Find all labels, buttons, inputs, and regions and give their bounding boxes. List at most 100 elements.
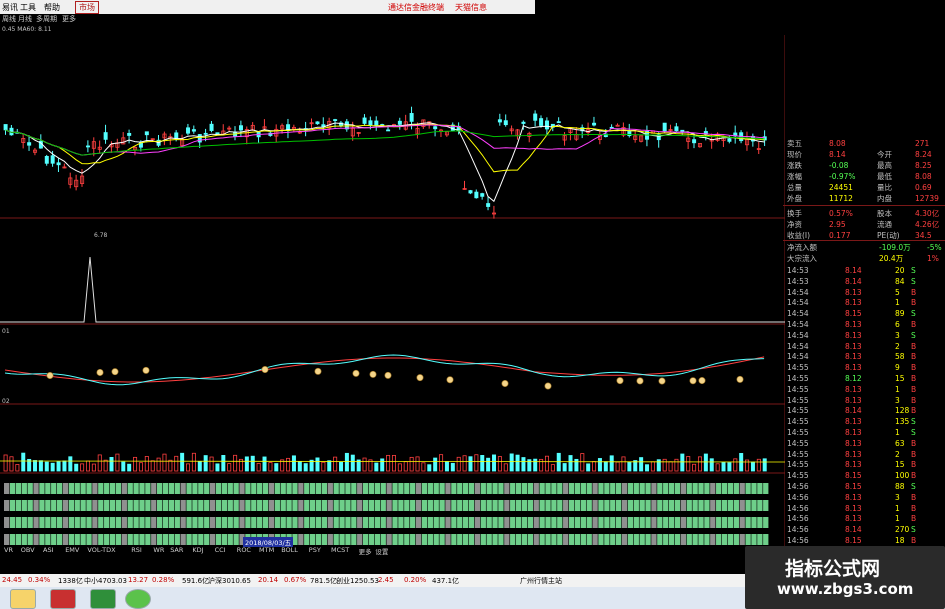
- lower-bar: [339, 517, 345, 528]
- lower-bar: [80, 517, 86, 528]
- period-multi[interactable]: 多周期: [36, 14, 57, 24]
- lower-bar: [298, 534, 304, 545]
- lower-bar: [39, 534, 45, 545]
- candle: [197, 134, 202, 143]
- tick-row: 14:54 8.15 89 S: [783, 308, 945, 319]
- lower-bar: [604, 517, 610, 528]
- tab-更多[interactable]: 更多: [359, 546, 372, 556]
- tab-wr[interactable]: WR: [153, 546, 164, 554]
- lower-bar: [92, 517, 98, 528]
- lower-bar: [633, 483, 639, 494]
- lower-bar: [504, 483, 510, 494]
- status-item: 广州行情主站: [520, 577, 562, 585]
- tick-side: B: [911, 514, 917, 524]
- volume-bar: [415, 456, 420, 472]
- volume-bar: [333, 456, 338, 472]
- lower-bar: [474, 517, 481, 528]
- flow-value: -109.0万: [879, 243, 911, 252]
- menu-item-tools[interactable]: 工具: [20, 2, 36, 13]
- lower-bar: [586, 534, 592, 545]
- volume-bar: [268, 462, 273, 472]
- lower-bar: [286, 500, 292, 511]
- chart-area[interactable]: 6.78 01 02 8.258.007.757.507.257.001.000…: [0, 35, 785, 546]
- tab-sar[interactable]: SAR: [170, 546, 183, 554]
- tdx-app-icon[interactable]: [50, 589, 76, 609]
- tab-psy[interactable]: PSY: [309, 546, 321, 554]
- lower-bar: [604, 483, 610, 494]
- lower-bar: [610, 483, 616, 494]
- tab-mcst[interactable]: MCST: [331, 546, 349, 554]
- lower-bar: [592, 534, 598, 545]
- quote-label: 换手: [787, 209, 802, 218]
- tab-obv[interactable]: OBV: [21, 546, 35, 554]
- status-item: 24.45: [2, 576, 23, 584]
- lower-bar: [521, 500, 528, 511]
- lower-bar: [580, 483, 586, 494]
- volume-bar: [586, 463, 591, 472]
- lower-bar: [27, 500, 33, 511]
- candle: [468, 190, 473, 194]
- lower-bar: [592, 500, 598, 511]
- candle: [409, 113, 414, 122]
- tick-time: 14:54: [787, 298, 809, 308]
- lower-bar: [510, 500, 516, 511]
- tick-row: 14:53 8.14 84 S: [783, 276, 945, 287]
- status-item: 0.67%: [284, 576, 307, 584]
- lower-bar: [315, 500, 322, 511]
- folder-icon[interactable]: [10, 589, 36, 609]
- lower-bar: [621, 517, 628, 528]
- lower-bar: [174, 500, 180, 511]
- kdj-panel: 02: [2, 354, 765, 405]
- wechat-icon[interactable]: [125, 589, 151, 609]
- tab-mtm[interactable]: MTM: [259, 546, 274, 554]
- quote-label: 总量: [787, 183, 802, 192]
- lower-bar: [345, 534, 351, 545]
- flow-label: 大宗流入: [787, 254, 817, 263]
- tab-vol-tdx[interactable]: VOL-TDX: [87, 546, 115, 554]
- period-month[interactable]: 月线: [18, 14, 32, 24]
- lower-bar: [310, 500, 316, 511]
- lower-bar: [186, 483, 192, 494]
- lower-bar: [727, 534, 734, 545]
- lower-bar: [686, 483, 692, 494]
- tick-row: 14:54 8.13 3 S: [783, 330, 945, 341]
- tab-asi[interactable]: ASI: [43, 546, 54, 554]
- tab-cci[interactable]: CCI: [215, 546, 226, 554]
- volume-bar: [3, 454, 8, 472]
- menu-item-market[interactable]: 市场: [75, 1, 99, 14]
- lower-bar: [474, 483, 481, 494]
- lower-bar: [98, 500, 104, 511]
- volume-bar: [297, 461, 302, 472]
- tab-设置[interactable]: 设置: [375, 546, 388, 556]
- promo-terminal[interactable]: 通达信金融终端: [388, 2, 444, 13]
- lower-bar: [692, 517, 698, 528]
- tab-vr[interactable]: VR: [4, 546, 13, 554]
- lower-bar: [145, 517, 151, 528]
- promo-tmall[interactable]: 天猫信息: [455, 2, 487, 13]
- period-more[interactable]: 更多: [62, 14, 76, 24]
- volume-bar: [733, 458, 738, 472]
- menu-item-yixun[interactable]: 易讯: [2, 2, 18, 13]
- lower-bar: [421, 517, 428, 528]
- lower-bar: [610, 534, 616, 545]
- coin-icon: [446, 376, 454, 384]
- lower-bar: [651, 483, 657, 494]
- lower-bar: [157, 517, 163, 528]
- excel-icon[interactable]: [90, 589, 116, 609]
- menu-item-help[interactable]: 帮助: [44, 2, 60, 13]
- tab-rsi[interactable]: RSI: [131, 546, 142, 554]
- tick-side: B: [911, 287, 917, 297]
- lower-bar: [304, 500, 310, 511]
- lower-bar: [92, 534, 98, 545]
- lower-bar: [539, 500, 545, 511]
- lower-bar: [62, 500, 69, 511]
- lower-bar: [145, 500, 151, 511]
- tab-roc[interactable]: ROC: [237, 546, 251, 554]
- tab-kdj[interactable]: KDJ: [192, 546, 203, 554]
- lower-bar: [215, 500, 222, 511]
- flow-row: 净流入额 -109.0万 -5%: [783, 242, 945, 253]
- tab-boll[interactable]: BOLL: [281, 546, 298, 554]
- period-week[interactable]: 周线: [2, 14, 16, 24]
- lower-bar: [286, 517, 292, 528]
- tab-emv[interactable]: EMV: [65, 546, 79, 554]
